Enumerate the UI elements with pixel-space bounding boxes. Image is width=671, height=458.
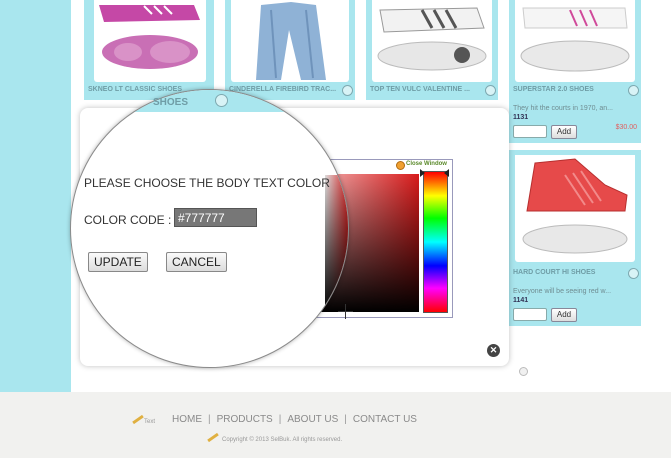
product-card[interactable]: HARD COURT HI SHOES Everyone will be see… <box>509 150 641 326</box>
magnifier-icon[interactable] <box>628 85 639 96</box>
quantity-input[interactable] <box>513 308 547 321</box>
update-button[interactable]: UPDATE <box>88 252 148 272</box>
shoe-image <box>522 158 628 254</box>
product-code: 1141 <box>513 297 529 304</box>
lens-card-strip <box>71 90 348 112</box>
color-code-label: COLOR CODE : <box>84 213 172 227</box>
product-card[interactable]: CINDERELLA FIREBIRD TRAC... <box>225 0 355 100</box>
hue-slider[interactable] <box>423 171 448 313</box>
product-image[interactable] <box>231 0 349 82</box>
footer-separator: | <box>208 414 211 425</box>
close-window-icon[interactable] <box>396 161 405 170</box>
pager-dot[interactable] <box>519 367 528 376</box>
magnifier-lens <box>70 89 349 368</box>
magnifier-icon[interactable] <box>215 94 228 107</box>
magnifier-icon[interactable] <box>628 268 639 279</box>
close-window-link[interactable]: Close Window <box>406 161 447 167</box>
footer-link-products[interactable]: PRODUCTS <box>217 414 273 425</box>
add-to-cart-button[interactable]: Add <box>551 125 577 139</box>
product-title[interactable]: SUPERSTAR 2.0 SHOES <box>513 86 594 93</box>
color-code-input[interactable] <box>174 208 257 227</box>
close-circle-icon[interactable]: ✕ <box>487 344 500 357</box>
footer-link-contact[interactable]: CONTACT US <box>353 414 417 425</box>
color-dialog-heading: PLEASE CHOOSE THE BODY TEXT COLOR <box>84 176 330 190</box>
left-accent-band <box>0 0 71 392</box>
product-card[interactable]: SUPERSTAR 2.0 SHOES They hit the courts … <box>509 0 641 143</box>
hue-slider-handle-left[interactable] <box>420 169 425 177</box>
product-card[interactable]: SKNEO LT CLASSIC SHOES <box>84 0 295 100</box>
pants-image <box>256 2 326 80</box>
quantity-input[interactable] <box>513 125 547 138</box>
footer-logo-text: Text <box>144 419 156 425</box>
shoe-image <box>99 5 200 69</box>
footer-link-home[interactable]: HOME <box>172 414 202 425</box>
footer-link-about[interactable]: ABOUT US <box>287 414 338 425</box>
product-description: They hit the courts in 1970, an... <box>513 105 614 112</box>
product-image[interactable] <box>515 0 635 82</box>
magnifier-icon[interactable] <box>485 85 496 96</box>
product-price: $30.00 <box>615 124 637 131</box>
shoe-image <box>520 7 630 72</box>
product-image[interactable] <box>94 0 206 82</box>
add-to-cart-button[interactable]: Add <box>551 308 577 322</box>
shoe-image <box>377 7 487 71</box>
product-title[interactable]: HARD COURT HI SHOES <box>513 269 595 276</box>
hue-slider-handle-right[interactable] <box>444 169 449 177</box>
lens-shoes-label: SHOES <box>153 97 189 108</box>
product-code: 1131 <box>513 114 529 121</box>
cancel-button[interactable]: CANCEL <box>166 252 227 272</box>
product-image[interactable] <box>372 0 492 82</box>
copyright-text: Copyright © 2013 SelBuk. All rights rese… <box>222 437 343 443</box>
lens-sv-strip <box>325 175 348 313</box>
product-description: Everyone will be seeing red w... <box>513 288 612 295</box>
product-card[interactable]: TOP TEN VULC VALENTINE ... <box>366 0 498 100</box>
footer-nav: HOME | PRODUCTS | ABOUT US | CONTACT US <box>172 414 417 425</box>
product-image[interactable] <box>515 155 635 262</box>
footer-separator: | <box>344 414 347 425</box>
footer <box>0 392 671 458</box>
footer-separator: | <box>278 414 282 425</box>
product-title[interactable]: TOP TEN VULC VALENTINE ... <box>370 86 470 93</box>
